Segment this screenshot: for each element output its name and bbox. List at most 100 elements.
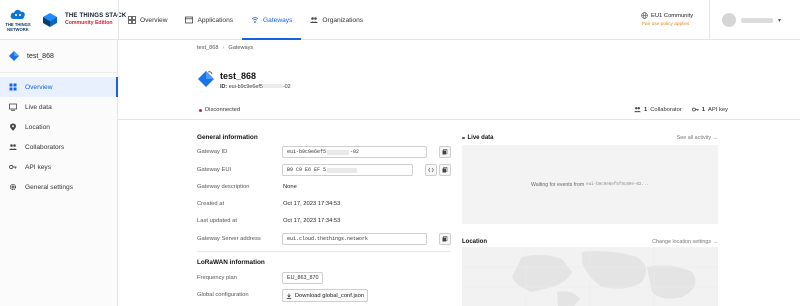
frequency-plan-label: Frequency plan bbox=[197, 275, 237, 281]
nav-gateways-label: Gateways bbox=[263, 16, 293, 24]
redacted-block bbox=[262, 84, 283, 88]
sidebar-item-api-keys[interactable]: API keys bbox=[0, 157, 117, 177]
description-label: Gateway description bbox=[197, 184, 250, 190]
gateway-eui-value: B9 C9 E6 EF 5 bbox=[287, 167, 327, 173]
main-nav: Overview Applications Gateways Organizat… bbox=[118, 0, 372, 40]
frequency-plan-value: EU_863_870 bbox=[287, 275, 319, 281]
location-pin-icon bbox=[10, 123, 16, 131]
gateway-id-field-label: Gateway ID bbox=[197, 149, 228, 155]
copy-gateway-eui-button[interactable] bbox=[439, 164, 451, 176]
nav-gateways[interactable]: Gateways bbox=[242, 0, 302, 40]
gateway-id-line: ID: eui-b9c9e6ef5 -02 bbox=[220, 84, 291, 90]
change-location-settings-link[interactable]: Change location settings → bbox=[652, 239, 718, 245]
gateway-id-label: ID: bbox=[220, 84, 228, 90]
collaborators-count: 1 bbox=[644, 106, 648, 113]
live-data-title: Live data bbox=[467, 135, 494, 141]
copy-server-address-button[interactable] bbox=[439, 233, 451, 245]
gateway-eui-field[interactable]: B9 C9 E6 EF 5 bbox=[282, 164, 413, 176]
overview-icon bbox=[9, 83, 17, 91]
gateway-id-suffix: -02 bbox=[282, 84, 291, 90]
api-keys-count: 1 bbox=[701, 106, 706, 113]
location-title: Location bbox=[462, 239, 487, 245]
world-map-graphic bbox=[462, 247, 718, 306]
nav-overview[interactable]: Overview bbox=[119, 0, 176, 40]
gateway-cube-icon bbox=[9, 51, 19, 61]
gateway-stats: 1 Collaborator 1 API key bbox=[634, 106, 728, 113]
last-updated-value: Oct 17, 2023 17:34:53 bbox=[283, 218, 341, 224]
see-all-activity-link[interactable]: See all activity → bbox=[677, 135, 718, 141]
collaborators-icon bbox=[634, 107, 641, 113]
stack-edition: Community Edition bbox=[65, 20, 113, 26]
top-navigation-bar: THE THINGS NETWORK THE THINGS STACK Comm… bbox=[0, 0, 800, 40]
gateways-icon bbox=[251, 17, 259, 23]
location-map[interactable] bbox=[462, 247, 718, 306]
sidebar-item-location[interactable]: Location bbox=[0, 117, 117, 137]
sidebar-item-label: Location bbox=[25, 123, 50, 131]
sidebar-item-overview[interactable]: Overview bbox=[0, 77, 118, 97]
api-keys-stat[interactable]: 1 API key bbox=[691, 106, 729, 113]
sidebar-item-label: Live data bbox=[25, 103, 52, 111]
general-information-title: General information bbox=[197, 134, 258, 141]
gateway-eui-field-label: Gateway EUI bbox=[197, 167, 232, 173]
fair-use-link[interactable]: Fair use policy applies bbox=[642, 22, 693, 27]
applications-icon bbox=[185, 16, 194, 24]
copy-icon bbox=[442, 236, 448, 242]
redacted-block bbox=[327, 167, 358, 173]
sidebar-item-label: Collaborators bbox=[25, 143, 65, 151]
overview-icon bbox=[128, 16, 136, 24]
download-global-conf-button[interactable]: Download global_conf.json bbox=[282, 289, 368, 302]
chevron-down-icon: ▾ bbox=[778, 17, 782, 24]
download-button-label: Download global_conf.json bbox=[294, 292, 365, 299]
collaborators-stat[interactable]: 1 Collaborator bbox=[634, 106, 682, 113]
sidebar-entity-name: test_868 bbox=[27, 52, 54, 60]
copy-gateway-id-button[interactable] bbox=[439, 146, 451, 158]
organizations-icon bbox=[310, 17, 319, 23]
page-title: test_868 bbox=[220, 71, 257, 81]
gateway-server-address-value: eu1.cloud.thethings.network bbox=[287, 236, 369, 242]
toggle-byte-order-button[interactable] bbox=[425, 164, 437, 176]
user-menu[interactable]: ▾ bbox=[709, 0, 800, 40]
sidebar-header: test_868 bbox=[0, 40, 117, 73]
live-data-panel[interactable]: Waiting for events from eui-b9c9e6ef5f9c… bbox=[462, 145, 718, 224]
created-at-label: Created at bbox=[197, 201, 225, 207]
nav-applications-label: Applications bbox=[197, 16, 234, 24]
copy-icon bbox=[442, 149, 448, 155]
gateway-id-field-suffix: -02 bbox=[350, 149, 360, 155]
gateway-server-address-field[interactable]: eu1.cloud.thethings.network bbox=[282, 233, 427, 245]
gateway-cube-icon bbox=[198, 71, 214, 87]
nav-organizations[interactable]: Organizations bbox=[301, 0, 372, 40]
breadcrumb: test_868 › Gateways bbox=[197, 45, 253, 51]
breadcrumb-item-test-868[interactable]: test_868 bbox=[197, 45, 218, 51]
location-header: Location Change location settings → bbox=[462, 239, 718, 245]
ttn-logo[interactable]: THE THINGS NETWORK bbox=[5, 7, 31, 33]
sidebar-item-general-settings[interactable]: General settings bbox=[0, 177, 117, 197]
created-at-value: Oct 17, 2023 17:34:53 bbox=[283, 201, 341, 207]
ttn-cloud-icon bbox=[10, 9, 25, 19]
redacted-block bbox=[327, 149, 350, 155]
main-content: test_868 › Gateways test_868 ID: eui-b9c… bbox=[118, 40, 800, 306]
status-badge: Disconnected bbox=[199, 107, 240, 113]
ttn-logo-text: THE THINGS NETWORK bbox=[5, 22, 31, 32]
breadcrumb-item-gateways[interactable]: Gateways bbox=[228, 45, 253, 51]
api-keys-label: API key bbox=[708, 106, 729, 113]
key-icon bbox=[691, 107, 699, 112]
copy-icon bbox=[442, 167, 448, 173]
sidebar-item-label: Overview bbox=[25, 83, 53, 91]
sidebar-item-label: API keys bbox=[25, 163, 52, 171]
status-row: Disconnected 1 Collaborator 1 API key bbox=[118, 102, 800, 120]
live-indicator-icon bbox=[462, 136, 465, 140]
live-data-icon bbox=[9, 103, 17, 111]
sidebar-item-live-data[interactable]: Live data bbox=[0, 97, 117, 117]
stack-cube-icon bbox=[43, 13, 57, 27]
lorawan-information-title: LoRaWAN information bbox=[197, 259, 265, 266]
status-dot-icon bbox=[199, 108, 202, 112]
avatar bbox=[722, 13, 736, 27]
nav-applications[interactable]: Applications bbox=[176, 0, 242, 40]
waiting-text: Waiting for events from bbox=[531, 181, 585, 188]
nav-overview-label: Overview bbox=[140, 16, 168, 24]
gateway-id-field[interactable]: eui-b9c9e6ef5 -02 bbox=[282, 146, 427, 158]
sidebar-item-collaborators[interactable]: Collaborators bbox=[0, 137, 117, 157]
frequency-plan-value-box: EU_863_870 bbox=[282, 272, 323, 284]
gateway-id-field-prefix: eui-b9c9e6ef5 bbox=[287, 149, 327, 155]
cluster-selector[interactable]: EU1 Community Fair use policy applies bbox=[641, 12, 693, 27]
